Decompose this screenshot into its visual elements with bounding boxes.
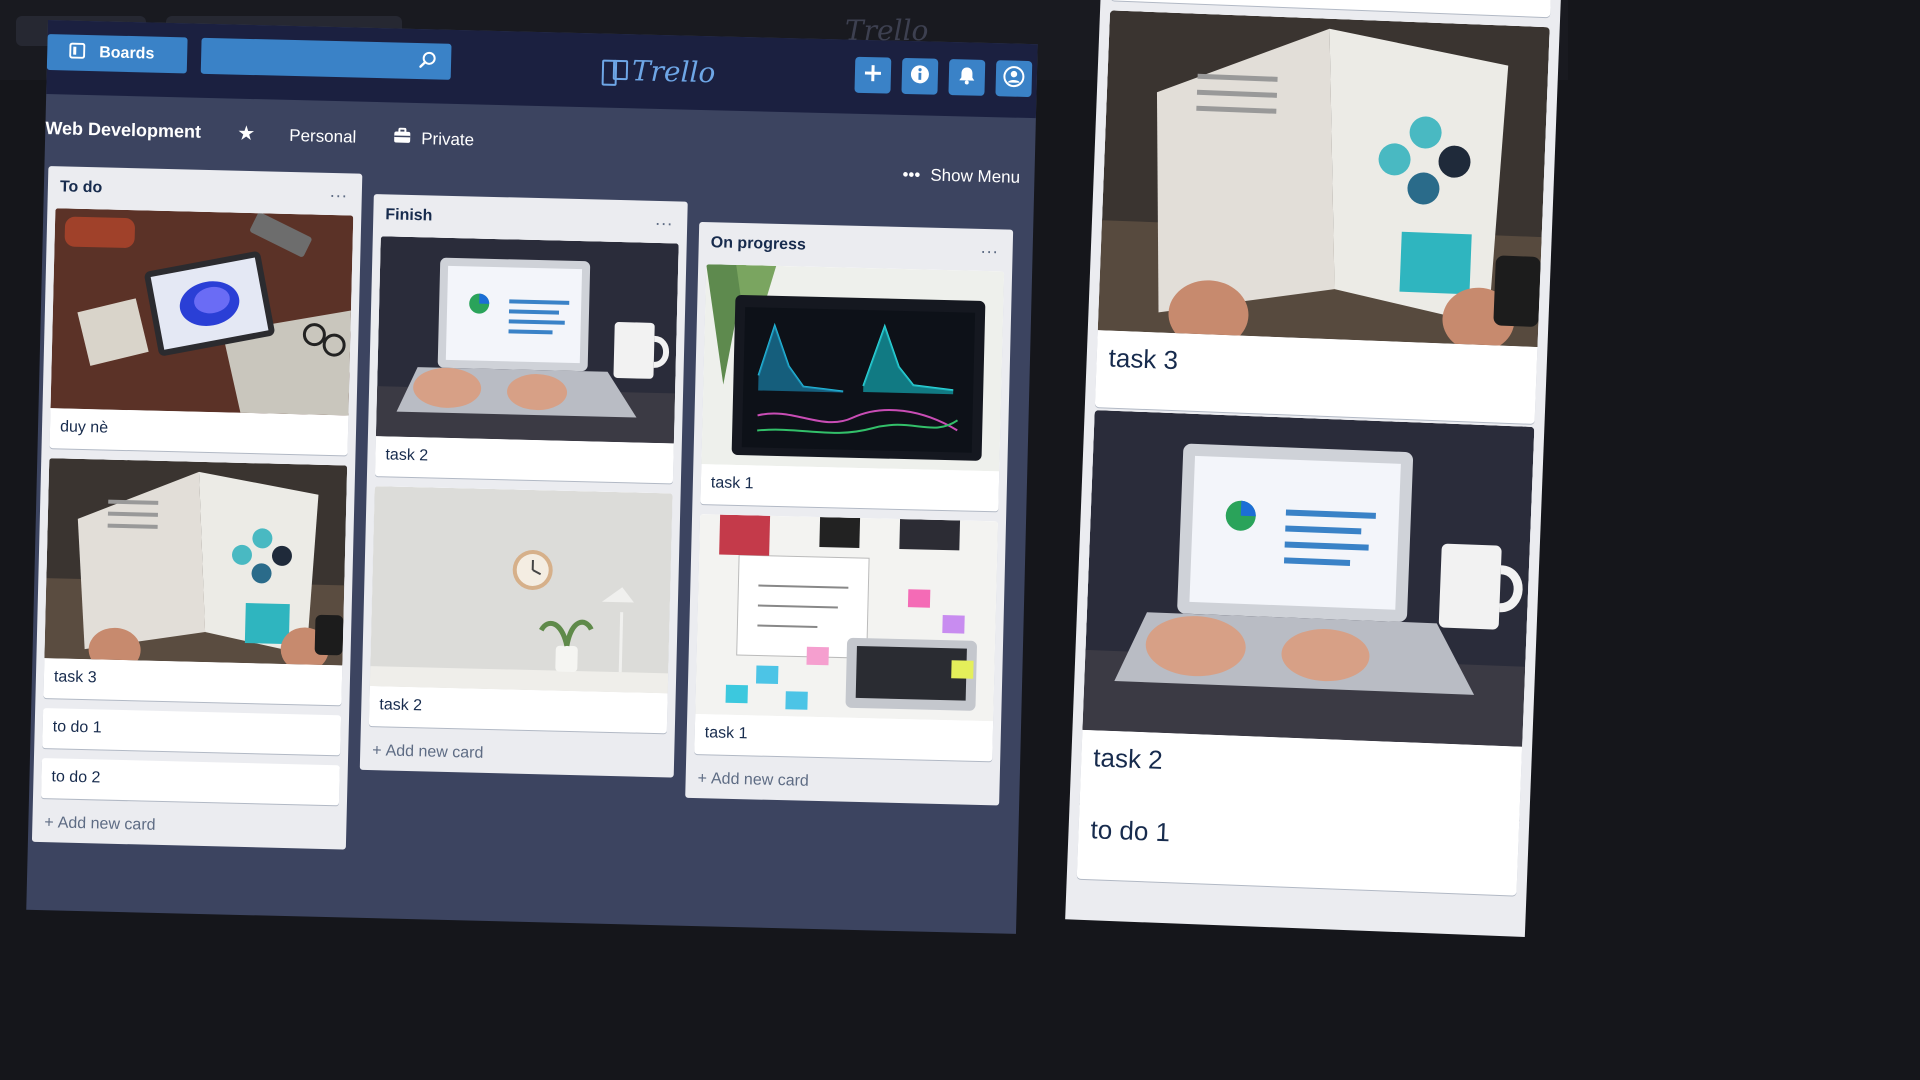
card-title: task 2 [385,446,429,465]
search-input[interactable] [200,37,452,80]
personal-button[interactable]: Personal [289,126,357,148]
profile-button[interactable] [995,60,1033,98]
card[interactable]: task 3 [43,458,348,706]
card-cover-image [50,208,354,416]
list-title[interactable]: To do [60,178,103,197]
add-card-button[interactable]: + Add new card [40,808,339,849]
card-cover-image [1097,10,1550,352]
boards-button[interactable]: Boards [46,33,188,74]
info-icon [910,64,931,89]
show-menu-label: Show Menu [930,165,1021,187]
add-card-label: Add new card [710,770,810,790]
card[interactable]: task 1 [700,264,1005,512]
show-menu-button[interactable]: ••• Show Menu [902,165,1020,188]
list-title[interactable]: Finish [385,206,433,225]
list-to-do: To do ... duy nè task 3 to do 1 to do 2 … [31,166,363,850]
trello-logo-icon [602,59,625,82]
list-more-icon[interactable]: ... [330,181,348,202]
card-title: to do 1 [52,718,102,737]
card-title: to do 2 [51,768,101,787]
list-more-icon[interactable]: ... [655,209,673,230]
card[interactable]: duy nè [49,208,354,456]
ellipsis-icon: ••• [902,164,921,185]
add-button[interactable] [854,56,892,94]
card-cover-image [44,458,348,672]
zoomed-list-panel: task 3 task 2 to do 1 [1065,0,1581,938]
plus-icon [864,63,883,86]
card-cover-image [369,486,673,694]
trello-logo[interactable]: Trello [602,54,716,90]
add-card-button[interactable]: + Add new card [368,736,667,777]
card-title: task 1 [704,724,748,743]
card-title: task 3 [53,668,97,687]
private-button[interactable]: Private [393,127,474,150]
card[interactable]: to do 1 [42,708,342,756]
trello-logo-text: Trello [631,54,716,90]
board: Boards Trello Web Development ★ Personal… [26,20,1038,934]
card[interactable]: task 2 [374,236,679,484]
plus-icon: + [372,742,382,760]
list-finish: Finish ... task 2 task 2 + Add new card [359,194,688,778]
card[interactable]: to do 1 [1076,801,1520,896]
list-more-icon[interactable]: ... [980,237,998,258]
card-cover-image [1082,410,1535,747]
add-card-button[interactable]: + Add new card [693,764,992,805]
card[interactable]: task 1 [694,514,999,762]
list-on-progress: On progress ... task 1 task 1 + Add new … [685,221,1014,806]
star-icon[interactable]: ★ [237,121,256,146]
notifications-button[interactable] [948,59,986,96]
card-title: task 2 [379,696,423,715]
boards-icon [69,42,86,63]
bell-icon [957,65,978,90]
card-title: to do 1 [1090,814,1171,848]
add-card-label: Add new card [57,814,156,834]
board-title[interactable]: Web Development [45,118,201,143]
card-cover-image [701,264,1005,472]
card-cover-image [375,236,679,444]
plus-icon: + [44,814,54,832]
user-icon [1003,65,1026,93]
zoomed-list: task 3 task 2 to do 1 [1065,0,1562,937]
card[interactable]: task 2 [368,486,673,734]
board-window: Boards Trello Web Development ★ Personal… [26,20,1038,934]
list-title[interactable]: On progress [711,234,807,254]
card[interactable]: task 2 [1079,410,1535,824]
card-title: duy nè [59,418,109,437]
boards-button-label: Boards [99,44,155,63]
add-card-label: Add new card [385,742,484,762]
card-title: task 1 [710,474,754,493]
card-cover-image [695,514,999,722]
card[interactable]: task 3 [1094,10,1550,424]
plus-icon: + [697,770,708,788]
private-label: Private [420,128,475,149]
search-icon [419,51,437,69]
card[interactable]: to do 2 [40,758,340,806]
info-button[interactable] [901,57,939,95]
briefcase-icon [393,127,412,148]
